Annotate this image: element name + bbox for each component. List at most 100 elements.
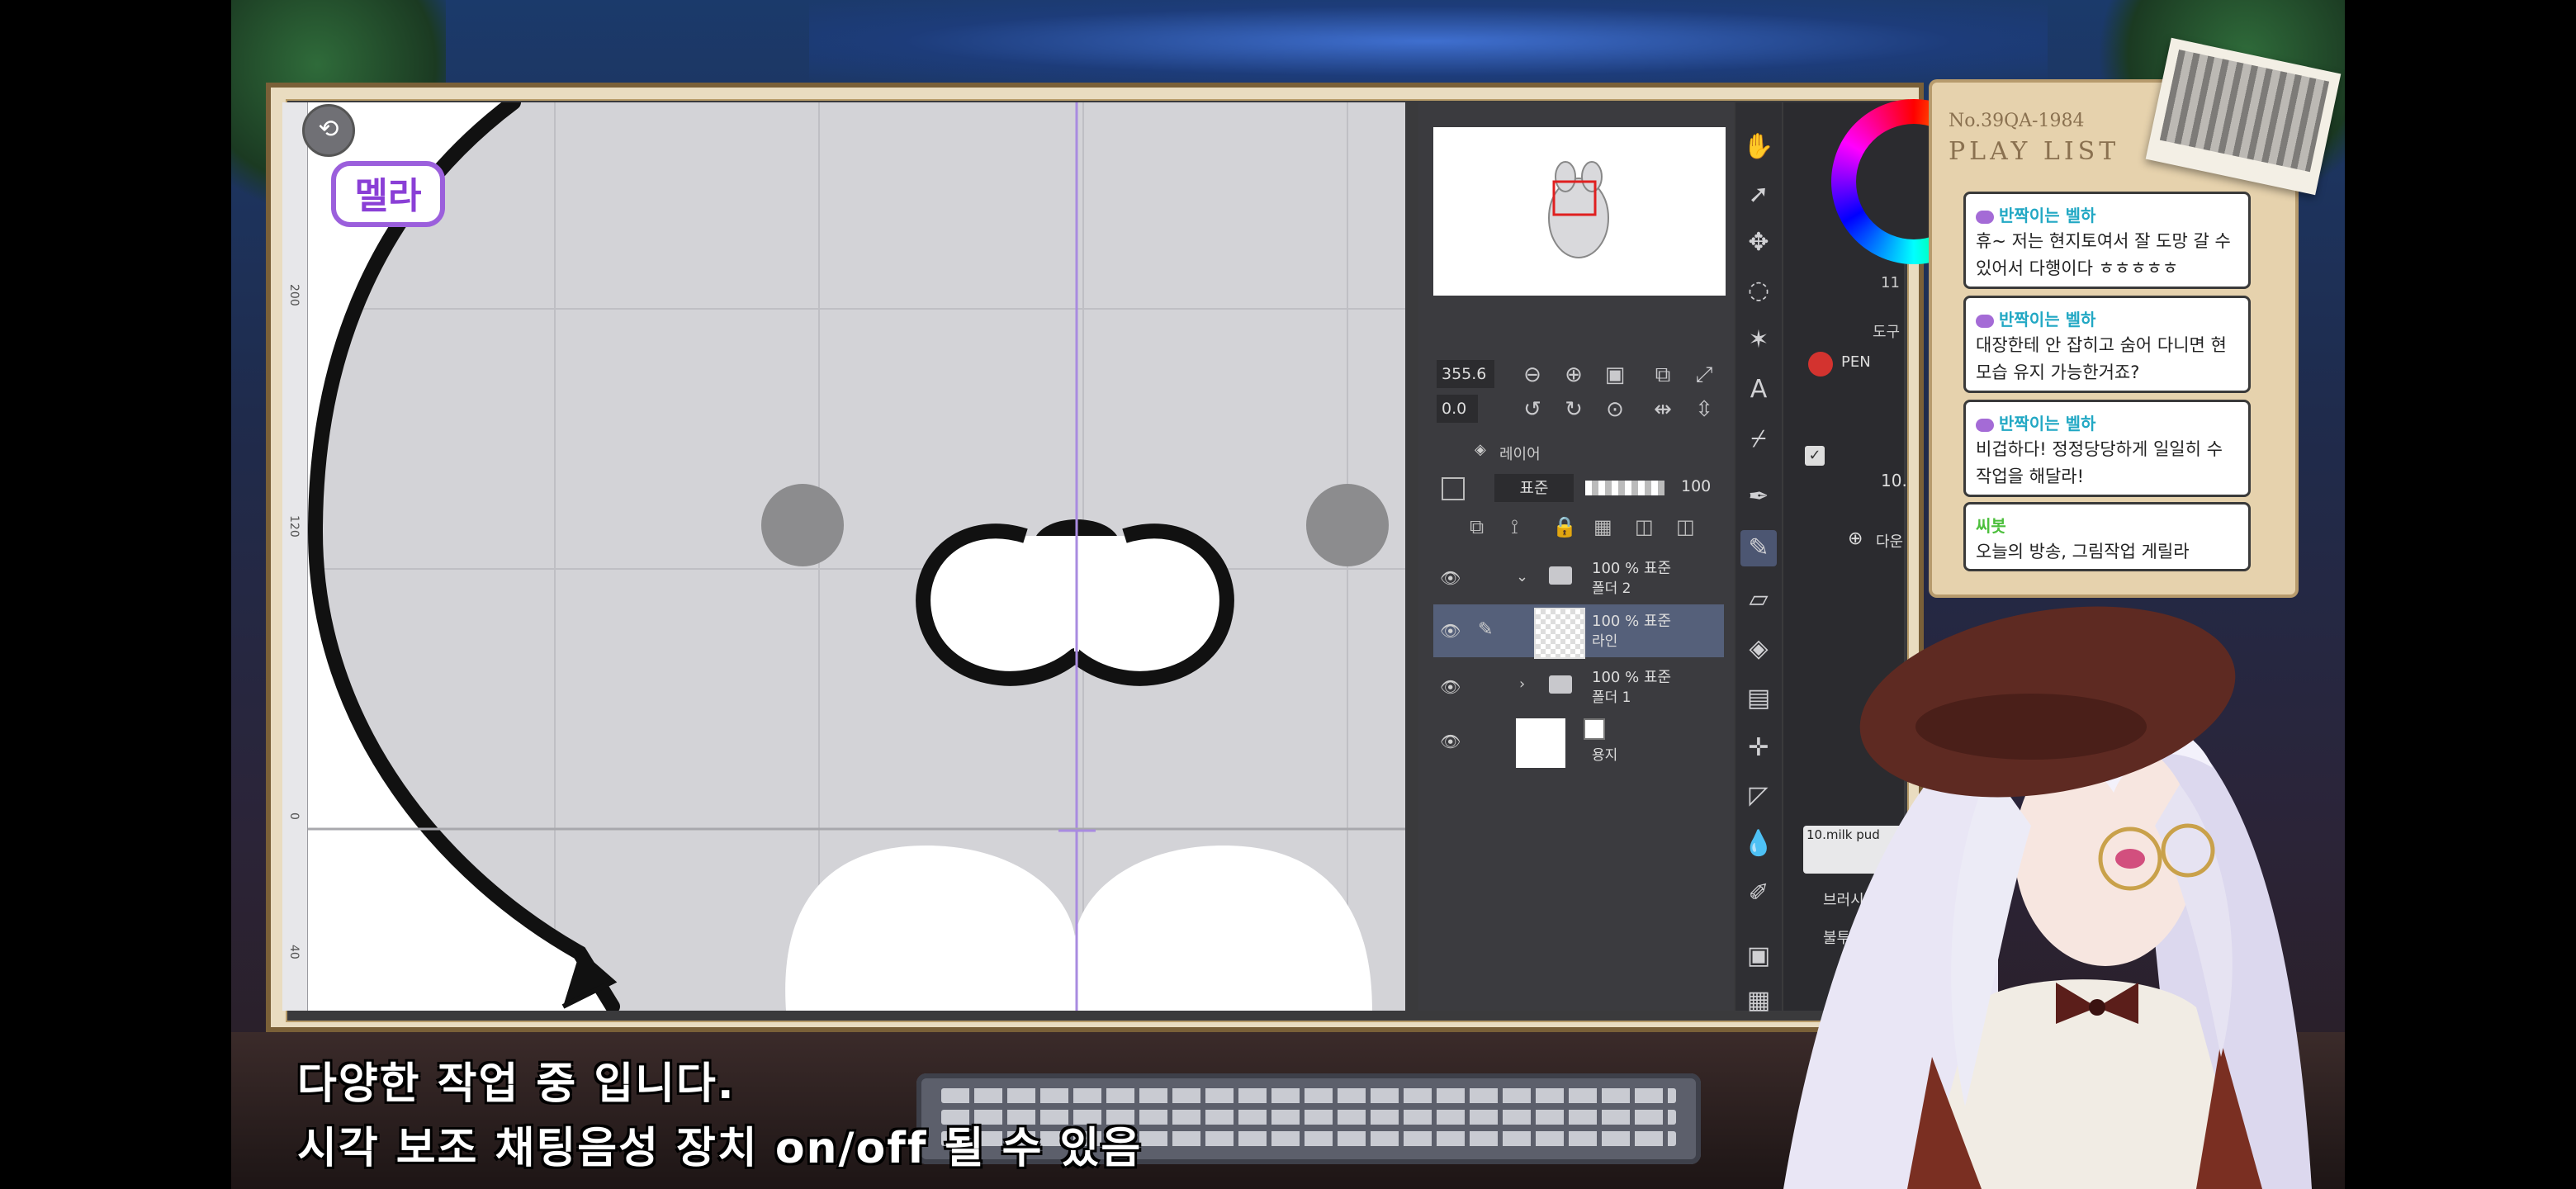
frame-icon[interactable]: ◸: [1740, 778, 1777, 814]
layer-panel-header: ◈ 레이어: [1433, 439, 1731, 464]
chat-username: 씨봇: [1976, 516, 2006, 536]
subtool-tab[interactable]: 도구: [1873, 320, 1900, 342]
svg-text:멜라: 멜라: [355, 175, 422, 217]
zoom-value[interactable]: 355.6: [1437, 360, 1494, 388]
eraser-icon[interactable]: ▱: [1740, 581, 1777, 618]
layers-icon: ◈: [1475, 441, 1486, 458]
ruler-icon[interactable]: ◫: [1676, 515, 1695, 538]
layer-opacity-mode: 100 % 표준: [1592, 669, 1672, 686]
chat-text: 대장한테 안 잡히고 숨어 다니면 현모습 유지 가능한거죠?: [1976, 335, 2227, 382]
chat-text: 비겁하다! 정정당당하게 일일히 수작업을 해달라!: [1976, 439, 2223, 486]
folder-icon: [1549, 566, 1572, 585]
user-badge-icon: [1976, 210, 1994, 224]
canvas-artwork: [282, 102, 1405, 1011]
tomato-icon: [1808, 352, 1833, 377]
reset-rotation-icon[interactable]: ⊙: [1598, 395, 1631, 424]
layer-tools-bar: ⧉ ⟟ 🔒 ▦ ◫ ◫: [1437, 512, 1727, 545]
add-icon[interactable]: ⊕: [1848, 528, 1863, 549]
layer-thumbnail: [1534, 608, 1585, 659]
layer-name: 라인: [1592, 633, 1618, 650]
layer-name: 폴더 1: [1592, 689, 1631, 706]
chevron-down-icon[interactable]: ⌄: [1516, 568, 1528, 585]
user-badge-icon: [1976, 314, 1994, 328]
opacity-slider[interactable]: [1585, 481, 1664, 495]
eye-icon[interactable]: 👁: [1440, 732, 1461, 751]
object-select-icon[interactable]: ➚: [1740, 177, 1777, 213]
folder-icon: [1549, 675, 1572, 694]
layer-icon[interactable]: ⧉: [1470, 515, 1484, 538]
zoom-out-icon[interactable]: ⊖: [1516, 360, 1549, 390]
rotate-left-icon[interactable]: ↺: [1516, 395, 1549, 424]
color-swatch-icon[interactable]: ▣: [1740, 938, 1777, 974]
pen-group-label[interactable]: PEN: [1841, 353, 1871, 371]
eyedropper-icon[interactable]: ⌿: [1740, 421, 1777, 457]
user-badge-icon: [1976, 418, 1994, 432]
chat-username: 반짝이는 벨하: [1999, 414, 2096, 433]
subtitle-line-1: 다양한 작업 중 입니다.: [297, 1059, 736, 1109]
zoom-in-icon[interactable]: ⊕: [1557, 360, 1590, 390]
clip-icon[interactable]: [1442, 477, 1465, 500]
layer-tab[interactable]: 레이어: [1499, 443, 1541, 464]
fit-icon[interactable]: ▣: [1598, 360, 1631, 390]
pencil-icon[interactable]: ✎: [1740, 530, 1777, 566]
playlist-title: PLAY LIST: [1949, 137, 2120, 166]
flip-horizontal-icon[interactable]: ⇹: [1646, 395, 1679, 424]
pen-edit-icon: ✎: [1478, 619, 1494, 640]
chat-message: 반짝이는 벨하 비겁하다! 정정당당하게 일일히 수작업을 해달라!: [1963, 400, 2251, 497]
drawing-canvas[interactable]: [282, 102, 1405, 1011]
rotate-right-icon[interactable]: ↻: [1557, 395, 1590, 424]
chevron-right-icon[interactable]: ›: [1519, 675, 1525, 693]
magic-wand-icon[interactable]: ✶: [1740, 322, 1777, 358]
layer-row-line[interactable]: 👁 ✎ 100 % 표준 라인: [1433, 604, 1724, 659]
subtitle-line-2: 시각 보조 채팅음성 장치 on/off 될 수 있음: [297, 1124, 1143, 1173]
window-glow: [809, 0, 2048, 83]
brush-size-value[interactable]: 10.: [1881, 471, 1907, 490]
move-icon[interactable]: ✥: [1740, 225, 1777, 261]
chat-message: 반짝이는 벨하 휴~ 저는 현지토여서 잘 도망 갈 수 있어서 다행이다 ㅎㅎ…: [1963, 192, 2251, 289]
eye-icon[interactable]: 👁: [1440, 677, 1461, 697]
flip-vertical-icon[interactable]: ⇳: [1688, 395, 1721, 424]
add-label[interactable]: 다운: [1876, 530, 1903, 552]
layer-name: 폴더 2: [1592, 580, 1631, 597]
opacity-value[interactable]: 100: [1681, 477, 1711, 495]
eye-icon[interactable]: 👁: [1440, 568, 1461, 588]
layer-properties-bar: 표준 100: [1437, 472, 1727, 505]
layer-row-paper[interactable]: 👁 용지: [1433, 715, 1724, 768]
gradient-icon[interactable]: ▤: [1740, 680, 1777, 717]
actual-size-icon[interactable]: ⧉: [1646, 360, 1679, 390]
chat-text: 휴~ 저는 현지토여서 잘 도망 갈 수 있어서 다행이다 ㅎㅎㅎㅎㅎ: [1976, 231, 2231, 278]
checkbox[interactable]: ✓: [1805, 446, 1825, 466]
hand-icon[interactable]: ✋: [1740, 129, 1777, 165]
vtuber-avatar: [1783, 606, 2312, 1189]
chat-text: 오늘의 방송, 그림작업 게릴라: [1976, 542, 2190, 561]
layer-opacity-mode: 100 % 표준: [1592, 613, 1672, 630]
paper-icon: [1584, 718, 1605, 740]
blend-icon[interactable]: 💧: [1740, 826, 1777, 862]
text-icon[interactable]: A: [1740, 372, 1777, 408]
mask-icon[interactable]: ◫: [1635, 515, 1654, 538]
canvas-rotate-icon[interactable]: ⟲: [302, 104, 355, 157]
layer-name: 용지: [1592, 747, 1618, 764]
layer-row-folder-1[interactable]: 👁 › 100 % 표준 폴더 1: [1433, 661, 1724, 713]
eye-icon[interactable]: 👁: [1440, 621, 1461, 641]
angle-value[interactable]: 0.0: [1437, 395, 1478, 423]
layer-row-folder-2[interactable]: 👁 ⌄ 100 % 표준 폴더 2: [1433, 552, 1724, 604]
blend-mode-select[interactable]: 표준: [1494, 474, 1574, 502]
lasso-icon[interactable]: ◌: [1740, 272, 1777, 309]
correction-icon[interactable]: ✐: [1740, 875, 1777, 912]
lock-icon[interactable]: 🔒: [1552, 515, 1577, 538]
reference-icon[interactable]: ⟟: [1511, 515, 1518, 538]
navigator-preview[interactable]: [1433, 127, 1726, 296]
layer-opacity-mode: 100 % 표준: [1592, 560, 1672, 577]
pen-icon[interactable]: ✒: [1740, 479, 1777, 515]
grid-icon[interactable]: ▦: [1740, 983, 1777, 1019]
melra-logo: 멜라: [331, 161, 445, 227]
fill-icon[interactable]: ◈: [1740, 631, 1777, 667]
vertical-ruler: 200 120 0 40: [282, 102, 308, 1011]
chat-message: 반짝이는 벨하 대장한테 안 잡히고 숨어 다니면 현모습 유지 가능한거죠?: [1963, 296, 2251, 393]
chat-message-bot: 씨봇 오늘의 방송, 그림작업 게릴라: [1963, 502, 2251, 571]
figure-icon[interactable]: ✛: [1740, 730, 1777, 766]
lock-alpha-icon[interactable]: ▦: [1593, 515, 1612, 538]
brush-size-small: 11: [1881, 274, 1900, 291]
fit-window-icon[interactable]: ⤢: [1688, 360, 1721, 390]
